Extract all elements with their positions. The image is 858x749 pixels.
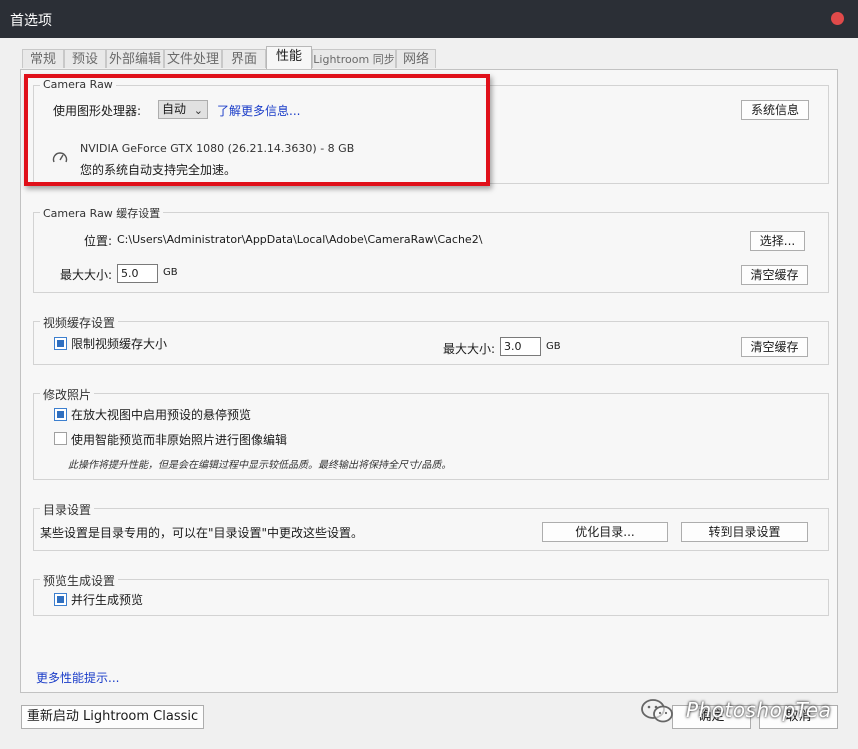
video-max-size-label: 最大大小: <box>443 342 496 356</box>
develop-title: 修改照片 <box>40 386 95 403</box>
video-cache-title: 视频缓存设置 <box>40 314 119 331</box>
tab-performance[interactable]: 性能 <box>266 46 312 69</box>
system-info-button[interactable]: 系统信息 <box>741 100 809 120</box>
catalog-description: 某些设置是目录专用的，可以在"目录设置"中更改这些设置。 <box>40 526 364 540</box>
choose-location-button[interactable]: 选择... <box>750 231 805 251</box>
tab-network[interactable]: 网络 <box>396 49 436 68</box>
clear-video-cache-button[interactable]: 清空缓存 <box>741 337 808 357</box>
develop-note: 此操作将提升性能，但是会在编辑过程中显示较低品质。最终输出将保持全尺寸/品质。 <box>68 460 452 471</box>
hover-preview-checkbox[interactable] <box>54 408 67 421</box>
watermark-text: PhotoshopTea <box>686 698 832 722</box>
close-icon[interactable] <box>831 12 844 25</box>
wechat-logo-icon <box>640 698 674 724</box>
goto-catalog-settings-button[interactable]: 转到目录设置 <box>681 522 808 542</box>
preview-title: 预览生成设置 <box>40 572 119 589</box>
cache-location-value: C:\Users\Administrator\AppData\Local\Ado… <box>117 233 483 246</box>
develop-group: 修改照片 在放大视图中启用预设的悬停预览 使用智能预览而非原始照片进行图像编辑 … <box>33 386 829 480</box>
camera-raw-cache-group: Camera Raw 缓存设置 位置: C:\Users\Administrat… <box>33 205 829 293</box>
tab-general[interactable]: 常规 <box>22 49 64 68</box>
video-max-size-input[interactable]: 3.0 <box>500 337 541 356</box>
preview-generation-group: 预览生成设置 并行生成预览 <box>33 572 829 616</box>
tab-lightroom-sync[interactable]: Lightroom 同步 <box>312 49 396 68</box>
smart-preview-label: 使用智能预览而非原始照片进行图像编辑 <box>71 433 288 447</box>
cache-max-size-input[interactable]: 5.0 <box>117 264 158 283</box>
cache-unit: GB <box>163 267 178 278</box>
cache-title: Camera Raw 缓存设置 <box>40 205 164 221</box>
catalog-title: 目录设置 <box>40 501 95 518</box>
highlight-box <box>24 74 490 186</box>
cache-max-size-label: 最大大小: <box>60 268 113 282</box>
tab-interface[interactable]: 界面 <box>222 49 266 68</box>
cache-location-label: 位置: <box>84 234 113 248</box>
tab-file-handling[interactable]: 文件处理 <box>164 49 222 68</box>
window-title-bar: 首选项 <box>0 0 858 38</box>
more-performance-tips-link[interactable]: 更多性能提示... <box>36 669 119 686</box>
restart-lightroom-button[interactable]: 重新启动 Lightroom Classic <box>21 705 204 729</box>
limit-video-cache-label: 限制视频缓存大小 <box>71 337 168 351</box>
window-title: 首选项 <box>10 13 52 29</box>
catalog-group: 目录设置 某些设置是目录专用的，可以在"目录设置"中更改这些设置。 优化目录..… <box>33 501 829 551</box>
video-cache-unit: GB <box>546 341 561 352</box>
optimize-catalog-button[interactable]: 优化目录... <box>542 522 668 542</box>
tab-external-editing[interactable]: 外部编辑 <box>106 49 164 68</box>
clear-cache-button[interactable]: 清空缓存 <box>741 265 808 285</box>
video-cache-group: 视频缓存设置 限制视频缓存大小 最大大小: 3.0 GB 清空缓存 <box>33 314 829 365</box>
tab-presets[interactable]: 预设 <box>64 49 106 68</box>
parallel-preview-checkbox[interactable] <box>54 593 67 606</box>
limit-video-cache-checkbox[interactable] <box>54 337 67 350</box>
hover-preview-label: 在放大视图中启用预设的悬停预览 <box>71 408 252 422</box>
smart-preview-checkbox[interactable] <box>54 432 67 445</box>
parallel-preview-label: 并行生成预览 <box>71 593 144 607</box>
